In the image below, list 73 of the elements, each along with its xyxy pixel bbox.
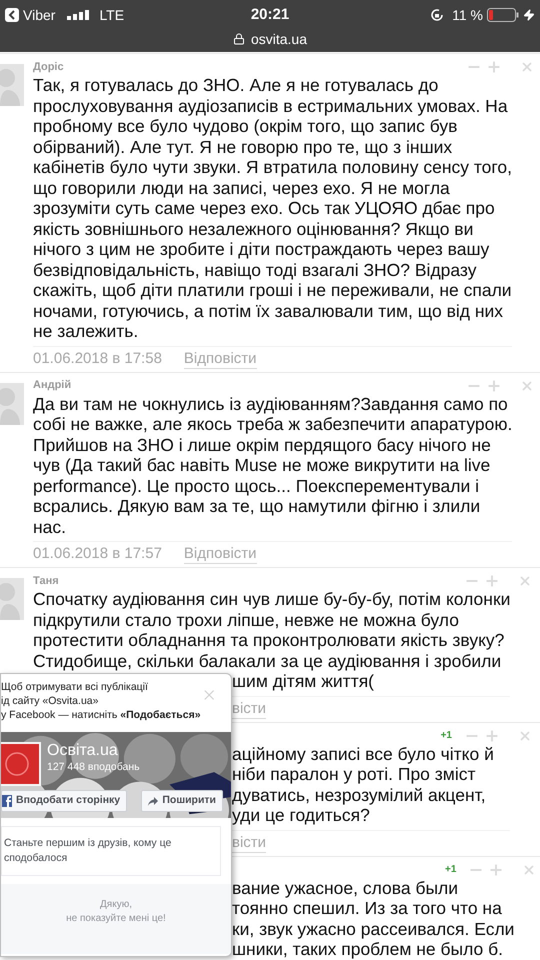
comment-text-line: Так, я готувалась до ЗНО. Але я не готувалась до (33, 75, 438, 96)
author-name: Андрій (33, 378, 72, 394)
battery-percent: 11 % (452, 6, 483, 24)
comment-date: 01.06.2018 в 17:57 (33, 544, 162, 564)
comment-text-line: кабінетів було чути звуки. Я втратила половину сенсу того, (33, 157, 512, 178)
share-icon (148, 796, 158, 806)
page-name[interactable]: Освіта.ua (47, 742, 140, 760)
comment-text-line: Да ви там не чокнулись із аудіюванням?Завдання само по (33, 394, 508, 414)
comment-text-line: Прийшов на ЗНО і лише окрім пердящого басу нічого не (33, 434, 491, 455)
comment-text-line: тоянно спешил. Из за того что на (232, 898, 502, 918)
comment-text-line: шим дітям життя( (232, 671, 374, 692)
comment-text-line: ки, звук ужасно рассеивался. Если (232, 918, 514, 939)
signal-icon (67, 10, 90, 20)
comment-text-line: чув (Да такий бас навіть Muse не може викрутити на live (33, 455, 490, 476)
comment-text-line: підкрутили стало трохи ліпше, невже не можна було (33, 610, 459, 630)
comment-text-line: обірваний). Але тут. Я не говорю про те, що з інших (33, 136, 452, 157)
comment-text-line: пробному все було чудово (окрім того, що запис був (33, 116, 458, 136)
back-icon[interactable] (5, 8, 19, 22)
comment-date: 01.06.2018 в 17:58 (33, 348, 162, 369)
comment-text-line: шники, таких проблем не было б. (232, 939, 503, 960)
page-url[interactable]: osvita.ua (250, 28, 308, 50)
comment-text-line: нас. (33, 516, 66, 537)
comment-text-line: протестити обладнання та проконтролювати якість звуку? (33, 630, 504, 650)
clock: 20:21 (250, 4, 290, 25)
rating-count: +1 (440, 729, 452, 743)
reply-link[interactable]: Відповісти (184, 545, 257, 564)
comment-text-line: ніби паралон у роті. Про зміст (232, 764, 476, 784)
likes-count: 127 448 вподобань (47, 760, 140, 775)
comment-text-line: performance). Це просто щось... Поексперементували і (33, 476, 479, 496)
comment-text-line: якість зовнішнього незалежного оцінювання? Якщо ви (33, 218, 474, 239)
comment-text-line: Спочатку аудіювання син чув лише бу-бу-бу, потім колонки (33, 589, 510, 610)
plus-icon[interactable] (486, 59, 502, 75)
plus-icon[interactable] (484, 573, 500, 589)
close-icon[interactable] (520, 378, 534, 392)
comment-text-line: зрозуміти суть саме через ехо. Ось так УЦОЯО дбає про (33, 198, 495, 218)
comment-text-line: не залежить. (33, 321, 138, 342)
comment-text-line: Стидобище, скільки балакали за це аудіювання і зробили (33, 650, 502, 671)
friends-note: Станьте першим із друзів, кому це сподобалося (3, 836, 172, 866)
close-icon[interactable] (520, 60, 534, 74)
lock-icon (232, 33, 245, 45)
comment-text-line: дуватись, незрозумілий акцент, (232, 784, 486, 805)
close-icon[interactable] (518, 574, 532, 588)
comment-text-line: вание ужасное, слова были (232, 878, 458, 898)
share-button[interactable]: Поширити (141, 790, 223, 812)
comment-text-line: собі не важке, але якось треба ж забезпечити апаратурою. (33, 414, 512, 434)
comment-text-line: нічого з цим не зробите і діти постраждають через вашу (33, 239, 490, 260)
comment-text-line: що говорили люди на записі, через ехо. Я не могла (33, 178, 450, 198)
like-page-button[interactable]: Вподобати сторінку (1, 790, 128, 812)
popup-intro-text: ід сайту «Osvita.ua» (1, 694, 98, 708)
comment-text-line: аційному записі все було чітко й (232, 744, 494, 764)
author-name: Таня (33, 574, 59, 589)
dismiss-link[interactable]: Дякую, не показуйте мені це! (66, 898, 166, 926)
close-icon[interactable] (518, 728, 532, 742)
carrier-label: LTE (99, 6, 124, 24)
comment-text-line: всрались. Дякую вам за те, що намутили фігню і злили (33, 496, 480, 516)
popup-intro-text: у Facebook — натисніть «Подобається» (1, 708, 201, 722)
plus-icon[interactable] (488, 862, 504, 878)
comment-text-line: скажіть, щоб діти платили гроші і не переживали, не спали (33, 280, 512, 300)
close-icon[interactable] (522, 862, 536, 876)
rotation-lock-icon (430, 8, 444, 22)
back-app-label[interactable]: Viber (23, 4, 56, 26)
comment-text-line: безвідповідальність, навіщо тоді взагалі ЗНО? Відразу (33, 260, 477, 280)
author-name: Доріс (33, 60, 64, 75)
comment-text-line: ночами, готуючись, а потім їх завалювали тим, що від них (33, 300, 504, 321)
comment-text-line: уди це годиться? (232, 805, 370, 826)
comment-text-line: прослуховування аудіозаписів в естримальних умовах. На (33, 96, 508, 116)
rating-count: +1 (445, 863, 456, 877)
charging-icon (523, 9, 535, 21)
plus-icon[interactable] (484, 728, 500, 744)
plus-icon[interactable] (486, 378, 502, 394)
battery-icon (487, 8, 519, 22)
reply-link[interactable]: Відповісти (184, 350, 257, 368)
popup-intro-text: Щоб отримувати всі публікації (1, 680, 148, 694)
